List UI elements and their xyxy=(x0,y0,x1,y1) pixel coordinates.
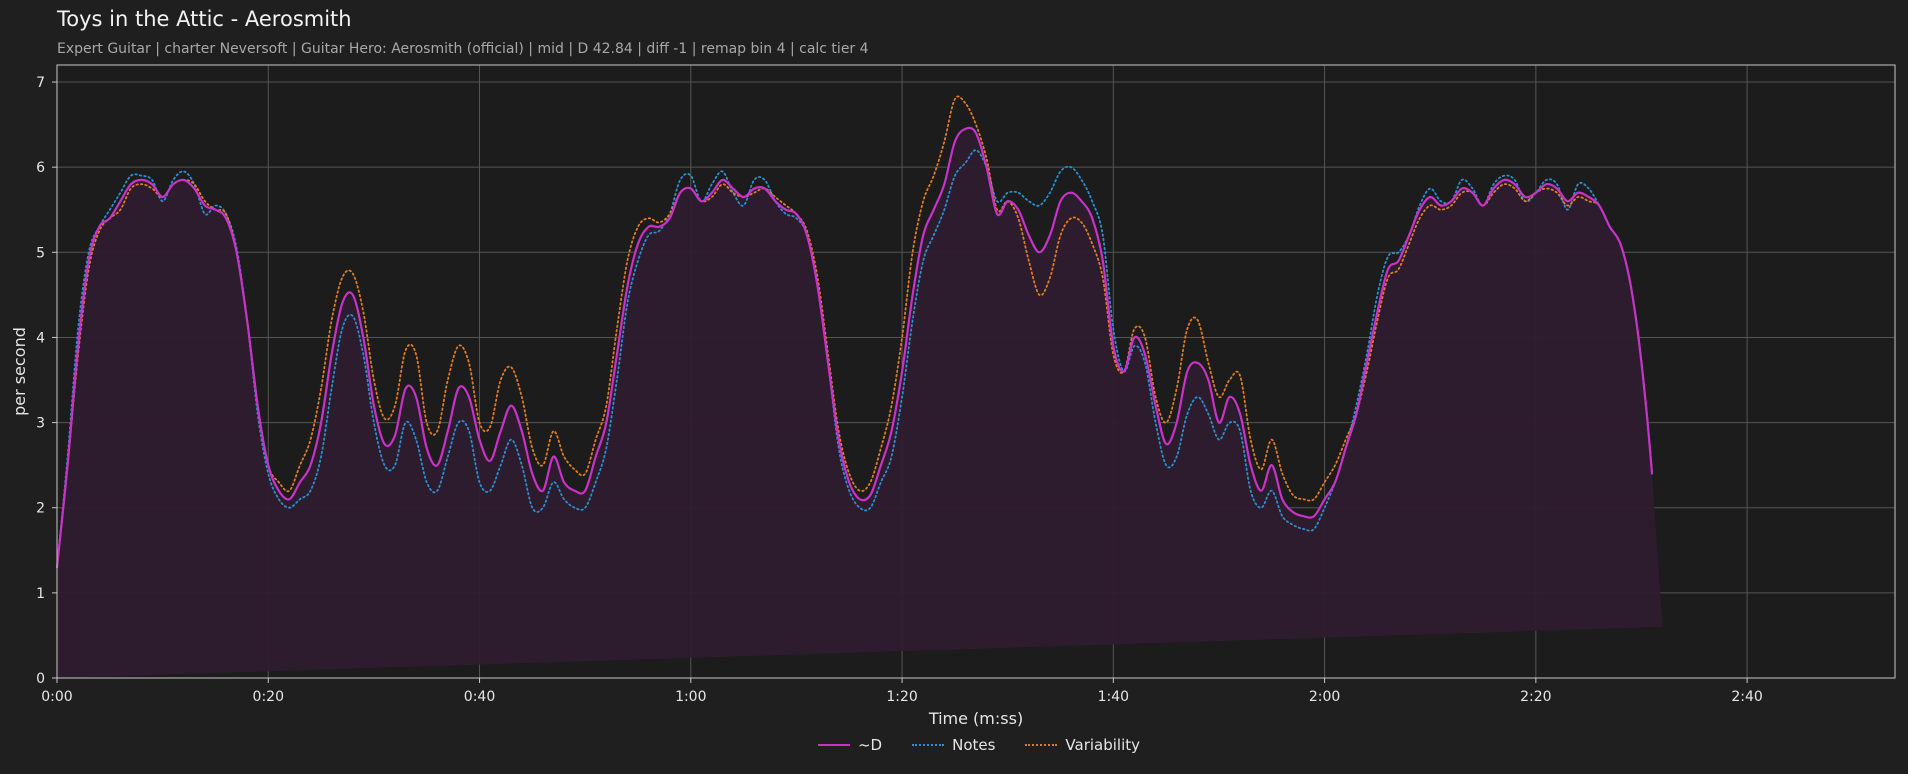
legend: ~D Notes Variability xyxy=(0,736,1908,754)
x-tick-label: 1:40 xyxy=(1098,689,1129,705)
x-tick-label: 2:20 xyxy=(1520,689,1551,705)
line-chart: 0:00 0:20 0:40 1:00 1:20 1:40 2:00 2:20 2:40 0 1 2 3… xyxy=(10,64,1896,728)
x-tick-label: 0:00 xyxy=(41,689,72,705)
y-tick-label: 7 xyxy=(36,75,45,91)
y-axis-label: per second xyxy=(10,327,29,416)
x-tick-label: 0:40 xyxy=(464,689,495,705)
y-tick-label: 4 xyxy=(36,330,45,346)
legend-item-d: ~D xyxy=(817,736,883,754)
x-tick-label: 1:00 xyxy=(675,689,706,705)
legend-swatch-notes xyxy=(912,744,945,746)
legend-label-variability: Variability xyxy=(1065,736,1141,754)
x-axis-label: Time (m:ss) xyxy=(928,709,1023,728)
y-tick-label: 3 xyxy=(36,416,45,432)
legend-label-d: ~D xyxy=(857,736,883,754)
legend-swatch-variability xyxy=(1025,744,1058,746)
y-tick-label: 0 xyxy=(36,671,45,687)
x-tick-label: 2:00 xyxy=(1309,689,1340,705)
legend-swatch-d xyxy=(817,744,850,746)
y-tick-label: 2 xyxy=(36,501,45,517)
legend-item-variability: Variability xyxy=(1025,736,1140,754)
legend-item-notes: Notes xyxy=(912,736,995,754)
y-tick-label: 6 xyxy=(36,160,45,176)
y-tick-label: 1 xyxy=(36,586,45,602)
y-tick-label: 5 xyxy=(36,245,45,261)
legend-label-notes: Notes xyxy=(952,736,996,754)
x-tick-label: 2:40 xyxy=(1731,689,1762,705)
x-tick-label: 0:20 xyxy=(253,689,284,705)
x-tick-label: 1:20 xyxy=(886,689,917,705)
